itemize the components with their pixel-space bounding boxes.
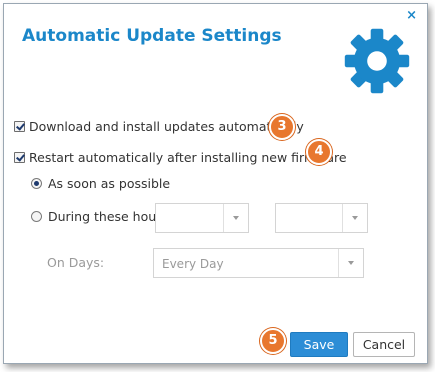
hours-label: During these hours	[48, 209, 168, 224]
hours-radio[interactable]	[31, 211, 42, 222]
gear-icon	[344, 28, 410, 94]
chevron-down-icon	[338, 249, 363, 277]
restart-checkbox[interactable]	[14, 152, 25, 163]
download-label: Download and install updates automatical…	[29, 119, 304, 134]
download-option[interactable]: Download and install updates automatical…	[14, 119, 304, 134]
cancel-button[interactable]: Cancel	[353, 332, 415, 357]
asap-option[interactable]: As soon as possible	[31, 176, 170, 191]
hours-option[interactable]: During these hours	[31, 209, 168, 224]
days-label: On Days:	[47, 255, 105, 270]
callout-badge-3: 3	[269, 114, 295, 140]
dialog-title: Automatic Update Settings	[22, 26, 282, 46]
hours-from-select[interactable]	[155, 203, 249, 233]
close-icon[interactable]: ×	[406, 8, 417, 23]
asap-radio[interactable]	[31, 178, 42, 189]
download-checkbox[interactable]	[14, 121, 25, 132]
restart-option[interactable]: Restart automatically after installing n…	[14, 150, 347, 165]
chevron-down-icon	[223, 204, 248, 232]
days-select[interactable]: Every Day	[153, 248, 364, 278]
save-button[interactable]: Save	[290, 332, 348, 357]
hours-to-select[interactable]	[275, 203, 368, 233]
restart-label: Restart automatically after installing n…	[29, 150, 347, 165]
callout-badge-4: 4	[306, 139, 332, 165]
update-settings-dialog: × Automatic Update Settings Download and…	[3, 3, 428, 364]
chevron-down-icon	[342, 204, 367, 232]
days-value: Every Day	[162, 257, 224, 271]
callout-badge-5: 5	[260, 328, 286, 354]
asap-label: As soon as possible	[48, 176, 171, 191]
